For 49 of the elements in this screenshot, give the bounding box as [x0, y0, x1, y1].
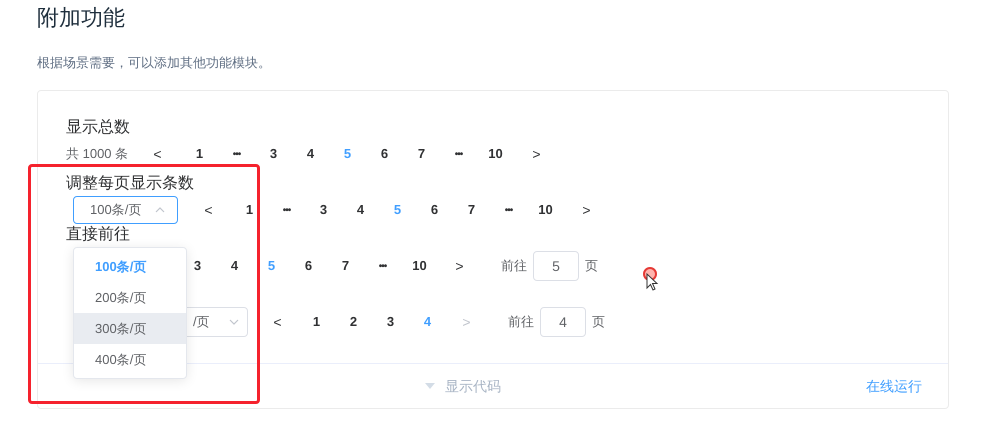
- previous-page-button[interactable]: <: [259, 308, 296, 336]
- next-page-button[interactable]: >: [441, 252, 478, 280]
- page-button[interactable]: 10: [477, 140, 514, 168]
- description: 根据场景需要，可以添加其他功能模块。: [37, 54, 272, 72]
- more-pages-button[interactable]: •••: [440, 140, 477, 168]
- page-size-select[interactable]: 100条/页: [73, 196, 178, 224]
- page-button[interactable]: 10: [527, 196, 564, 224]
- section-title: 调整每页显示条数: [66, 174, 195, 194]
- page-unit-label: 页: [592, 313, 605, 332]
- page-button[interactable]: 1: [181, 140, 218, 168]
- page-heading: 附加功能: [37, 4, 126, 32]
- previous-page-button[interactable]: <: [139, 140, 176, 168]
- page-button[interactable]: 7: [327, 252, 364, 280]
- previous-page-button[interactable]: <: [190, 196, 227, 224]
- goto-label: 前往: [508, 313, 534, 332]
- page-button[interactable]: 6: [416, 196, 453, 224]
- page-button[interactable]: 4: [216, 252, 253, 280]
- total-count: 共 1000 条: [66, 145, 130, 164]
- next-page-button[interactable]: >: [518, 140, 555, 168]
- chevron-icon: [229, 319, 239, 325]
- caret-down-icon: [425, 383, 435, 389]
- page-button[interactable]: 4: [342, 196, 379, 224]
- chevron-icon: [155, 207, 165, 213]
- page-button[interactable]: 4: [292, 140, 329, 168]
- page-button[interactable]: 1: [231, 196, 268, 224]
- next-page-button[interactable]: >: [568, 196, 605, 224]
- page-button[interactable]: 3: [255, 140, 292, 168]
- page-button[interactable]: 3: [305, 196, 342, 224]
- more-pages-button[interactable]: •••: [364, 252, 401, 280]
- page-button[interactable]: 7: [403, 140, 440, 168]
- section-title: 直接前往: [66, 224, 131, 245]
- page-button[interactable]: 3: [372, 308, 409, 336]
- more-pages-button[interactable]: •••: [268, 196, 305, 224]
- more-pages-button[interactable]: •••: [490, 196, 527, 224]
- page-button[interactable]: 1: [298, 308, 335, 336]
- page-button[interactable]: 10: [401, 252, 438, 280]
- page-button[interactable]: 7: [453, 196, 490, 224]
- dropdown-option[interactable]: 400条/页: [74, 344, 186, 375]
- dropdown-option[interactable]: 300条/页: [74, 313, 186, 344]
- page-input[interactable]: 5: [533, 251, 579, 281]
- page-unit-label: 页: [585, 257, 598, 276]
- more-pages-button[interactable]: •••: [218, 140, 255, 168]
- section-title: 显示总数: [66, 118, 131, 138]
- dropdown-option[interactable]: 200条/页: [74, 282, 186, 313]
- page-button[interactable]: 2: [335, 308, 372, 336]
- goto-label: 前往: [501, 257, 527, 276]
- page-input[interactable]: 4: [540, 307, 586, 337]
- page-button[interactable]: 6: [366, 140, 403, 168]
- page-button[interactable]: 6: [290, 252, 327, 280]
